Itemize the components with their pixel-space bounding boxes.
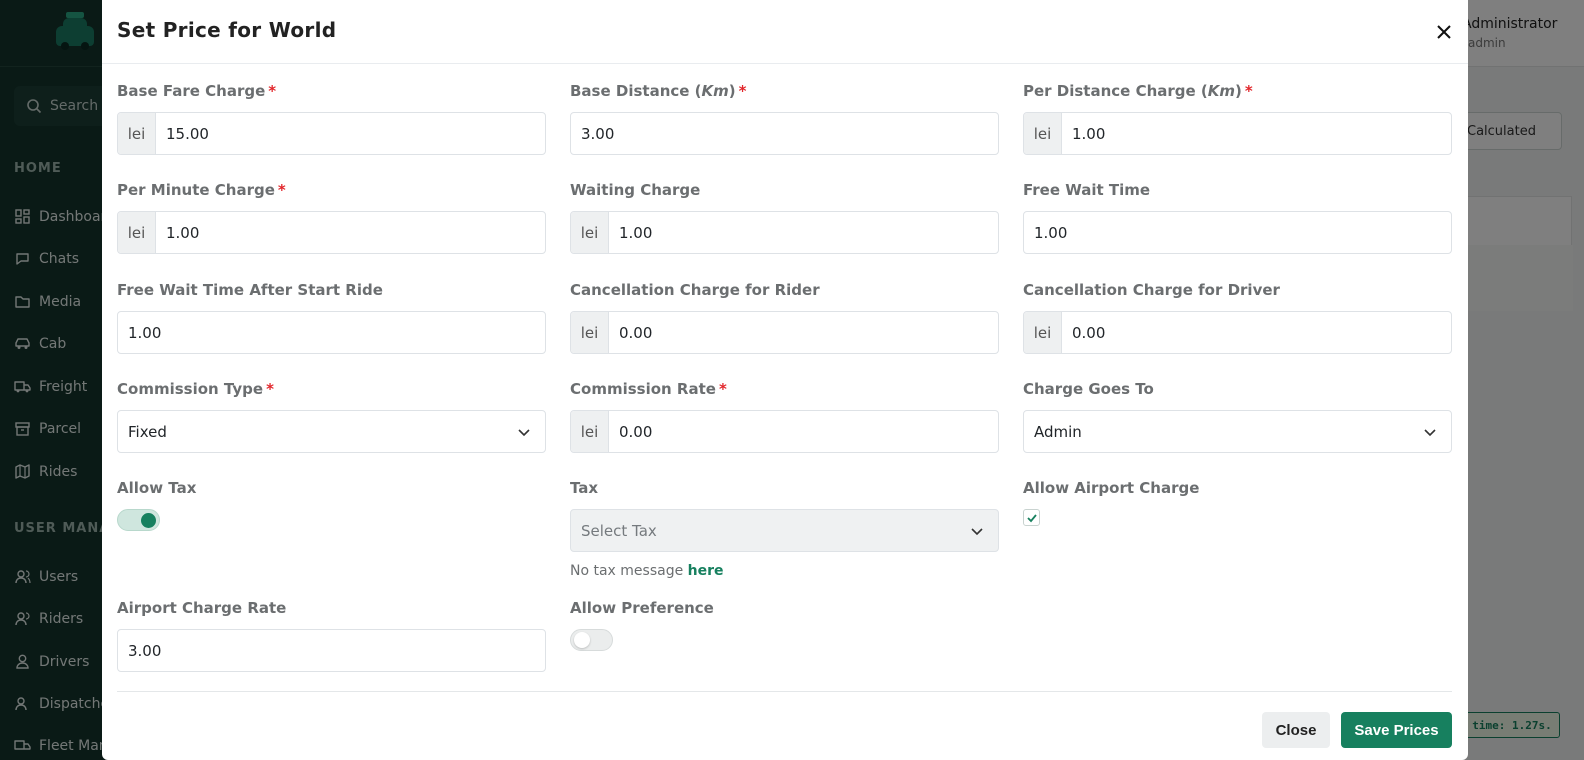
allow-tax-field: Allow Tax bbox=[117, 479, 546, 531]
airport-rate-field: Airport Charge Rate 3.00 bbox=[117, 599, 546, 672]
check-icon bbox=[1026, 513, 1037, 522]
cancel-driver-input[interactable]: lei 0.00 bbox=[1023, 311, 1452, 354]
chevron-down-icon bbox=[518, 428, 530, 436]
charge-goes-to-field: Charge Goes To Admin bbox=[1023, 380, 1452, 453]
per-minute-value[interactable]: 1.00 bbox=[156, 212, 545, 253]
allow-airport-label: Allow Airport Charge bbox=[1023, 479, 1200, 497]
currency-addon: lei bbox=[571, 312, 609, 353]
allow-preference-field: Allow Preference bbox=[570, 599, 999, 651]
cancel-rider-field: Cancellation Charge for Rider lei 0.00 bbox=[570, 281, 999, 354]
modal-title: Set Price for World bbox=[117, 18, 337, 42]
base-distance-value[interactable]: 3.00 bbox=[571, 113, 998, 154]
allow-airport-field: Allow Airport Charge bbox=[1023, 479, 1452, 526]
per-distance-unit: Km bbox=[1207, 82, 1236, 100]
free-wait-input[interactable]: 1.00 bbox=[1023, 211, 1452, 254]
per-distance-field: Per Distance Charge (Km) * lei 1.00 bbox=[1023, 82, 1452, 155]
base-distance-label: Base Distance ( bbox=[570, 82, 702, 100]
waiting-charge-field: Waiting Charge lei 1.00 bbox=[570, 181, 999, 254]
commission-rate-field: Commission Rate * lei 0.00 bbox=[570, 380, 999, 453]
charge-goes-to-label: Charge Goes To bbox=[1023, 380, 1154, 398]
base-distance-label-end: ) bbox=[728, 82, 736, 100]
cancel-driver-field: Cancellation Charge for Driver lei 0.00 bbox=[1023, 281, 1452, 354]
per-distance-input[interactable]: lei 1.00 bbox=[1023, 112, 1452, 155]
no-tax-message: No tax message here bbox=[570, 563, 724, 579]
no-tax-here-link[interactable]: here bbox=[688, 563, 724, 579]
commission-rate-label: Commission Rate bbox=[570, 380, 716, 398]
waiting-charge-label: Waiting Charge bbox=[570, 181, 701, 199]
free-wait-after-start-label: Free Wait Time After Start Ride bbox=[117, 281, 383, 299]
waiting-charge-input[interactable]: lei 1.00 bbox=[570, 211, 999, 254]
airport-rate-label: Airport Charge Rate bbox=[117, 599, 287, 617]
close-button[interactable]: Close bbox=[1262, 712, 1330, 748]
currency-addon: lei bbox=[118, 212, 156, 253]
per-minute-input[interactable]: lei 1.00 bbox=[117, 211, 546, 254]
currency-addon: lei bbox=[118, 113, 156, 154]
free-wait-after-start-value[interactable]: 1.00 bbox=[118, 312, 545, 353]
cancel-driver-value[interactable]: 0.00 bbox=[1062, 312, 1451, 353]
cancel-rider-label: Cancellation Charge for Rider bbox=[570, 281, 820, 299]
base-distance-field: Base Distance (Km) * 3.00 bbox=[570, 82, 999, 155]
per-distance-label-end: ) bbox=[1235, 82, 1242, 100]
cancel-rider-value[interactable]: 0.00 bbox=[609, 312, 998, 353]
commission-rate-value[interactable]: 0.00 bbox=[609, 411, 998, 452]
airport-rate-input[interactable]: 3.00 bbox=[117, 629, 546, 672]
commission-rate-input[interactable]: lei 0.00 bbox=[570, 410, 999, 453]
commission-type-value: Fixed bbox=[128, 422, 167, 441]
currency-addon: lei bbox=[1024, 312, 1062, 353]
base-fare-label: Base Fare Charge bbox=[117, 82, 266, 100]
set-price-modal: Set Price for World Base Fare Charge * le… bbox=[102, 0, 1468, 760]
allow-preference-toggle[interactable] bbox=[570, 629, 613, 651]
commission-type-field: Commission Type * Fixed bbox=[117, 380, 546, 453]
base-distance-input[interactable]: 3.00 bbox=[570, 112, 999, 155]
charge-goes-to-select[interactable]: Admin bbox=[1023, 410, 1452, 453]
tax-label: Tax bbox=[570, 479, 599, 497]
currency-addon: lei bbox=[1024, 113, 1062, 154]
modal-close-button[interactable] bbox=[1434, 22, 1454, 42]
close-icon bbox=[1437, 25, 1451, 39]
allow-airport-checkbox[interactable] bbox=[1023, 509, 1040, 526]
per-minute-field: Per Minute Charge * lei 1.00 bbox=[117, 181, 546, 254]
free-wait-value[interactable]: 1.00 bbox=[1024, 212, 1451, 253]
base-distance-unit: Km bbox=[701, 82, 729, 100]
commission-type-label: Commission Type bbox=[117, 380, 264, 398]
currency-addon: lei bbox=[571, 212, 609, 253]
airport-rate-value[interactable]: 3.00 bbox=[118, 630, 545, 671]
footer-divider bbox=[117, 691, 1452, 692]
allow-tax-label: Allow Tax bbox=[117, 479, 197, 497]
allow-preference-label: Allow Preference bbox=[570, 599, 714, 617]
save-prices-button[interactable]: Save Prices bbox=[1341, 712, 1452, 748]
cancel-driver-label: Cancellation Charge for Driver bbox=[1023, 281, 1280, 299]
free-wait-label: Free Wait Time bbox=[1023, 181, 1151, 199]
commission-type-select[interactable]: Fixed bbox=[117, 410, 546, 453]
free-wait-after-start-field: Free Wait Time After Start Ride 1.00 bbox=[117, 281, 546, 354]
currency-addon: lei bbox=[571, 411, 609, 452]
charge-goes-to-value: Admin bbox=[1034, 422, 1082, 441]
waiting-charge-value[interactable]: 1.00 bbox=[609, 212, 998, 253]
modal-header: Set Price for World bbox=[102, 0, 1468, 64]
tax-field: Tax Select Tax No tax message here bbox=[570, 479, 999, 579]
tax-placeholder: Select Tax bbox=[581, 521, 657, 540]
free-wait-field: Free Wait Time 1.00 bbox=[1023, 181, 1452, 254]
chevron-down-icon bbox=[971, 527, 983, 535]
base-fare-input[interactable]: lei 15.00 bbox=[117, 112, 546, 155]
tax-select[interactable]: Select Tax bbox=[570, 509, 999, 552]
per-distance-label: Per Distance Charge ( bbox=[1023, 82, 1208, 100]
allow-tax-toggle[interactable] bbox=[117, 509, 160, 531]
free-wait-after-start-input[interactable]: 1.00 bbox=[117, 311, 546, 354]
chevron-down-icon bbox=[1424, 428, 1436, 436]
cancel-rider-input[interactable]: lei 0.00 bbox=[570, 311, 999, 354]
per-distance-value[interactable]: 1.00 bbox=[1062, 113, 1451, 154]
per-minute-label: Per Minute Charge bbox=[117, 181, 275, 199]
base-fare-field: Base Fare Charge * lei 15.00 bbox=[117, 82, 546, 155]
base-fare-value[interactable]: 15.00 bbox=[156, 113, 545, 154]
